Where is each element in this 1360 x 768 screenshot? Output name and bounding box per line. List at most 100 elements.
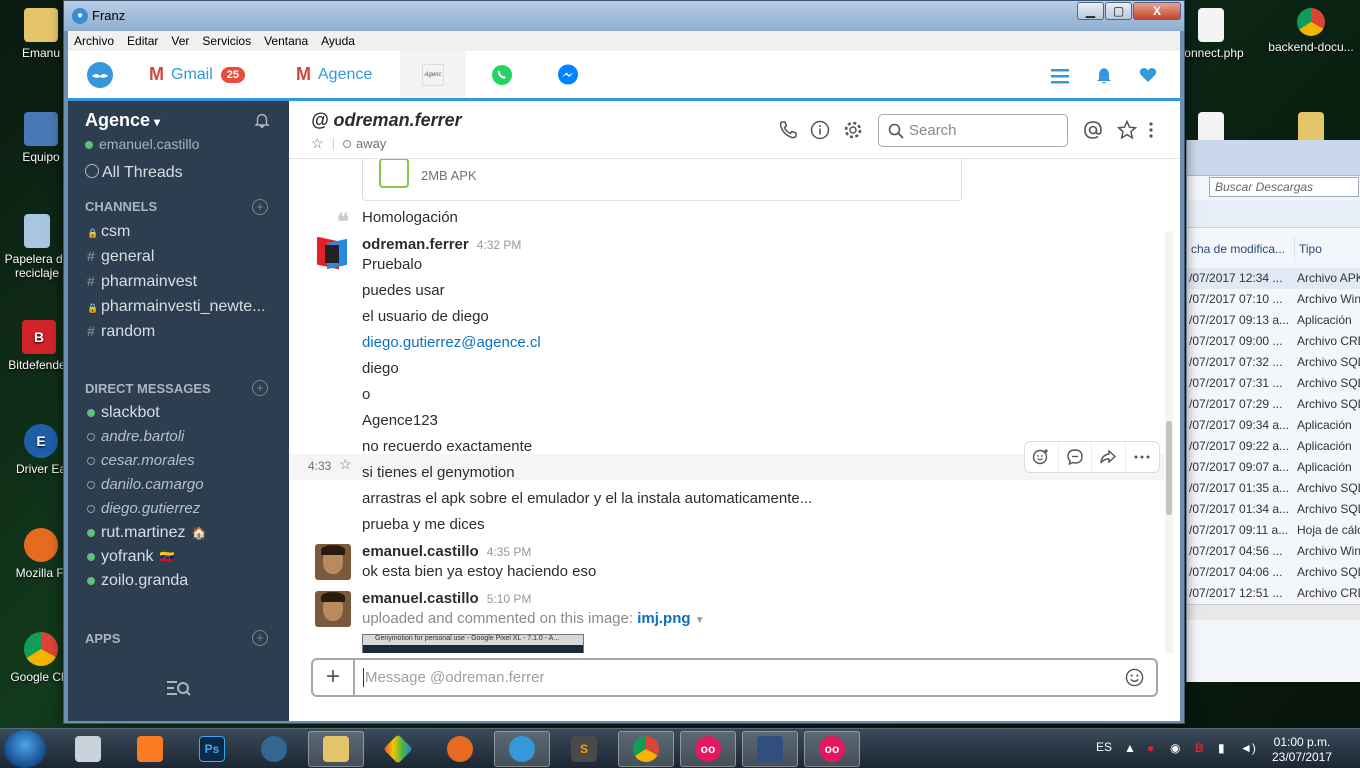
menu-editar[interactable]: Editar bbox=[121, 31, 165, 51]
sidebar-all-threads[interactable]: All Threads bbox=[85, 164, 183, 182]
file-row[interactable]: /07/2017 01:34 a... Archivo SQL bbox=[1187, 499, 1360, 520]
taskbar-franz[interactable] bbox=[494, 731, 550, 767]
file-row[interactable]: /07/2017 09:00 ... Archivo CRD bbox=[1187, 331, 1360, 352]
more-actions-button[interactable] bbox=[1126, 442, 1159, 472]
attach-file-button[interactable]: + bbox=[313, 660, 355, 695]
taskbar-flickr-app[interactable]: oo bbox=[680, 731, 736, 767]
menu-ver[interactable]: Ver bbox=[165, 31, 196, 51]
taskbar-postgresql[interactable] bbox=[246, 731, 302, 767]
sidebar-channel[interactable]: 🔒 pharmainvesti_newte... bbox=[87, 298, 279, 316]
tab-agence-gmail[interactable]: M Agence bbox=[296, 51, 372, 98]
sidebar-channel[interactable]: # general bbox=[87, 248, 279, 266]
file-row[interactable]: /07/2017 04:06 ... Archivo SQL bbox=[1187, 562, 1360, 583]
bell-icon[interactable] bbox=[254, 113, 270, 129]
steam-tray-icon[interactable]: ◉ bbox=[1170, 741, 1180, 755]
franz-logo-tab[interactable] bbox=[86, 51, 114, 98]
start-button[interactable] bbox=[4, 730, 46, 768]
message-author[interactable]: odreman.ferrer 4:32 PM bbox=[362, 236, 521, 253]
desktop-icon-backend-doc[interactable]: backend-docu... bbox=[1266, 8, 1356, 54]
message-timestamp[interactable]: 5:10 PM bbox=[487, 592, 532, 606]
taskbar-sourcetree[interactable] bbox=[370, 731, 426, 767]
file-row[interactable]: /07/2017 07:32 ... Archivo SQL bbox=[1187, 352, 1360, 373]
sidebar-dm[interactable]: yofrank 🇻🇪 bbox=[87, 548, 279, 566]
taskbar-chrome[interactable] bbox=[618, 731, 674, 767]
file-row[interactable]: /07/2017 09:11 a... Hoja de cálc bbox=[1187, 520, 1360, 541]
avatar[interactable] bbox=[315, 544, 351, 580]
message-scrollbar[interactable] bbox=[1165, 231, 1173, 653]
add-dm-icon[interactable]: + bbox=[252, 380, 268, 396]
star-message-icon[interactable]: ☆ bbox=[339, 456, 352, 473]
image-thumbnail[interactable]: Genymotion for personal use - Google Pix… bbox=[362, 634, 584, 653]
hamburger-menu-icon[interactable] bbox=[1050, 67, 1070, 85]
sidebar-dm[interactable]: diego.gutierrez bbox=[87, 500, 279, 517]
column-type[interactable]: Tipo bbox=[1295, 236, 1360, 262]
explorer-search-input[interactable]: Buscar Descargas bbox=[1209, 177, 1359, 197]
file-row[interactable]: /07/2017 04:56 ... Archivo Win bbox=[1187, 541, 1360, 562]
file-row[interactable]: /07/2017 09:07 a... Aplicación bbox=[1187, 457, 1360, 478]
tab-gmail[interactable]: M Gmail 25 bbox=[149, 51, 246, 98]
tab-agence-slack[interactable]: Agenc bbox=[400, 51, 466, 98]
sidebar-channel[interactable]: 🔒 csm bbox=[87, 223, 279, 241]
sidebar-dm[interactable]: zoilo.granda bbox=[87, 572, 279, 590]
notification-bell-icon[interactable] bbox=[1096, 67, 1112, 85]
message-timestamp[interactable]: 4:33 bbox=[308, 459, 331, 473]
taskbar-calculator[interactable] bbox=[60, 731, 116, 767]
bitdefender-b-tray-icon[interactable]: B bbox=[1195, 741, 1204, 755]
taskbar-virtualbox[interactable] bbox=[742, 731, 798, 767]
show-hidden-icons[interactable]: ▲ bbox=[1124, 741, 1136, 755]
tab-messenger[interactable] bbox=[557, 51, 579, 98]
caret-down-icon[interactable]: ▼ bbox=[695, 615, 705, 626]
language-indicator[interactable]: ES bbox=[1096, 740, 1112, 754]
uploaded-file-link[interactable]: imj.png bbox=[637, 610, 690, 627]
taskbar-sublime[interactable]: S bbox=[556, 731, 612, 767]
start-thread-button[interactable] bbox=[1059, 442, 1092, 472]
conversation-title[interactable]: @ odreman.ferrer bbox=[311, 110, 462, 131]
gear-icon[interactable] bbox=[843, 120, 863, 140]
desktop-icon-recycle-bin[interactable]: Papelera de reciclaje bbox=[2, 214, 72, 280]
file-row[interactable]: /07/2017 12:34 ... Archivo APK bbox=[1187, 268, 1360, 289]
file-row[interactable]: /07/2017 09:13 a... Aplicación bbox=[1187, 310, 1360, 331]
taskbar-photoshop[interactable]: Ps bbox=[184, 731, 240, 767]
file-row[interactable]: /07/2017 07:10 ... Archivo Win bbox=[1187, 289, 1360, 310]
system-clock[interactable]: 01:00 p.m. 23/07/2017 bbox=[1262, 735, 1342, 765]
avatar[interactable] bbox=[315, 237, 351, 273]
star-icon[interactable]: ☆ bbox=[311, 135, 324, 152]
add-app-icon[interactable]: + bbox=[252, 630, 268, 646]
sidebar-dm[interactable]: cesar.morales bbox=[87, 452, 279, 469]
sidebar-dm[interactable]: slackbot bbox=[87, 404, 279, 422]
team-menu[interactable]: Agence ▾ bbox=[85, 110, 160, 131]
apps-section-title[interactable]: APPS bbox=[85, 631, 120, 646]
sidebar-channel[interactable]: # pharmainvest bbox=[87, 273, 279, 291]
sidebar-dm[interactable]: andre.bartoli bbox=[87, 428, 279, 445]
file-row[interactable]: /07/2017 01:35 a... Archivo SQL bbox=[1187, 478, 1360, 499]
info-icon[interactable] bbox=[810, 120, 830, 140]
mentions-icon[interactable] bbox=[1083, 120, 1103, 140]
close-button[interactable]: X bbox=[1133, 2, 1181, 20]
message-author[interactable]: emanuel.castillo 4:35 PM bbox=[362, 543, 531, 560]
share-message-button[interactable] bbox=[1092, 442, 1126, 472]
minimize-button[interactable]: ▁ bbox=[1077, 2, 1104, 20]
scrollbar-thumb[interactable] bbox=[1166, 421, 1172, 515]
file-row[interactable]: /07/2017 07:29 ... Archivo SQL bbox=[1187, 394, 1360, 415]
starred-items-icon[interactable] bbox=[1117, 120, 1137, 140]
message-author[interactable]: emanuel.castillo 5:10 PM bbox=[362, 590, 531, 607]
maximize-button[interactable]: ▢ bbox=[1105, 2, 1132, 20]
network-icon[interactable]: ▮ bbox=[1218, 741, 1225, 755]
more-options-icon[interactable] bbox=[1147, 120, 1155, 140]
window-titlebar[interactable]: ● Franz ▁ ▢ X bbox=[64, 1, 1184, 31]
menu-ayuda[interactable]: Ayuda bbox=[315, 31, 362, 51]
sidebar-dm[interactable]: danilo.camargo bbox=[87, 476, 279, 493]
taskbar-flickr-app-2[interactable]: oo bbox=[804, 731, 860, 767]
tab-whatsapp[interactable] bbox=[491, 51, 513, 98]
file-row[interactable]: /07/2017 12:51 ... Archivo CRD bbox=[1187, 583, 1360, 604]
add-channel-icon[interactable]: + bbox=[252, 199, 268, 215]
add-reaction-button[interactable] bbox=[1025, 442, 1059, 472]
taskbar-xampp[interactable] bbox=[122, 731, 178, 767]
channels-section-title[interactable]: CHANNELS bbox=[85, 199, 157, 214]
dm-section-title[interactable]: DIRECT MESSAGES bbox=[85, 381, 211, 396]
message-timestamp[interactable]: 4:35 PM bbox=[487, 545, 532, 559]
taskbar-explorer[interactable] bbox=[308, 731, 364, 767]
taskbar-firefox[interactable] bbox=[432, 731, 488, 767]
message-timestamp[interactable]: 4:32 PM bbox=[477, 238, 522, 252]
message-input[interactable]: Message @odreman.ferrer bbox=[365, 669, 544, 686]
